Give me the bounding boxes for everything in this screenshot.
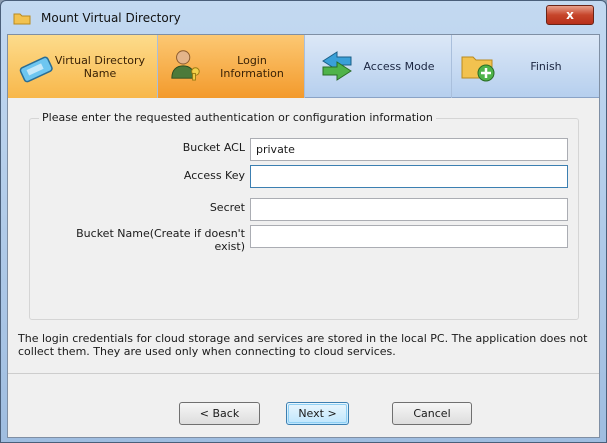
- bucket-name-label: Bucket Name(Create if doesn't exist): [76, 227, 245, 253]
- step-finish: Finish: [452, 35, 599, 98]
- folder-plus-icon: [461, 56, 495, 82]
- group-legend: Please enter the requested authenticatio…: [39, 111, 436, 124]
- step-virtual-directory-name: Virtual Directory Name: [8, 35, 158, 98]
- divider: [8, 373, 599, 374]
- step-label: Access Mode: [363, 60, 435, 73]
- window-title: Mount Virtual Directory: [41, 11, 181, 25]
- access-key-field[interactable]: [250, 165, 568, 188]
- user-key-icon: [171, 50, 200, 81]
- bucket-name-field[interactable]: [250, 225, 568, 248]
- folder-icon: [13, 13, 31, 25]
- secret-field[interactable]: [250, 198, 568, 221]
- step-login-information: Login Information: [158, 35, 305, 98]
- wizard-body: Virtual Directory Name Login Information…: [7, 34, 600, 438]
- step-label: Virtual Directory Name: [54, 53, 146, 80]
- cancel-button[interactable]: Cancel: [392, 402, 472, 425]
- arrows-icon: [322, 51, 352, 81]
- step-label: Login Information: [220, 53, 284, 80]
- close-button[interactable]: x: [546, 5, 594, 25]
- bucket-acl-label: Bucket ACL: [182, 141, 245, 154]
- title-bar[interactable]: Mount Virtual Directory x: [1, 1, 606, 37]
- secret-label: Secret: [209, 201, 245, 214]
- wizard-window: Mount Virtual Directory x Virtual Direct…: [0, 0, 607, 443]
- step-access-mode: Access Mode: [305, 35, 452, 98]
- back-button[interactable]: < Back: [179, 402, 260, 425]
- step-label: Finish: [530, 60, 562, 73]
- access-key-label: Access Key: [183, 169, 245, 182]
- next-button[interactable]: Next >: [286, 402, 349, 425]
- credentials-notice: The login credentials for cloud storage …: [18, 332, 588, 358]
- step-bar: Virtual Directory Name Login Information…: [8, 35, 599, 98]
- bucket-acl-field[interactable]: [250, 138, 568, 161]
